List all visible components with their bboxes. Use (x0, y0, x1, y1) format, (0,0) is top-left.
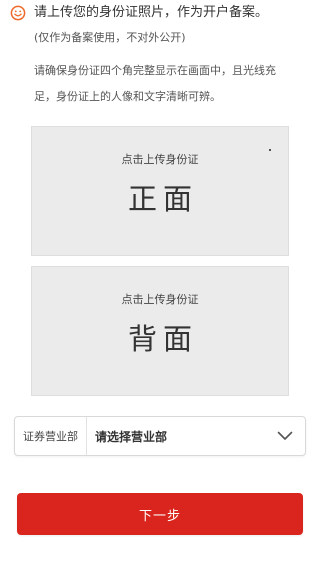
card-dot (269, 149, 271, 151)
notice-detail-line2: 足，身份证上的人像和文字清晰可辨。 (34, 90, 221, 103)
upload-back-side-label: 背面 (127, 322, 198, 356)
upload-id-back-card[interactable]: 点击上传身份证 背面 (31, 266, 289, 396)
upload-back-hint: 点击上传身份证 (121, 293, 199, 306)
branch-select-label: 证券营业部 (15, 417, 87, 455)
notice-detail-line1: 请确保身份证四个角完整显示在画面中，且光线充 (34, 64, 276, 77)
next-button[interactable]: 下一步 (17, 493, 303, 535)
notice-detail: 请确保身份证四个角完整显示在画面中，且光线充 足，身份证上的人像和文字清晰可辨。 (34, 58, 310, 110)
id-upload-page: 请上传您的身份证照片，作为开户备案。 (仅作为备案使用，不对外公开) 请确保身份… (0, 0, 320, 568)
notice-main-text: 请上传您的身份证照片，作为开户备案。 (34, 5, 269, 20)
branch-select[interactable]: 证券营业部 请选择营业部 (14, 416, 306, 456)
smile-icon (10, 5, 26, 21)
upload-front-hint: 点击上传身份证 (121, 153, 199, 166)
branch-select-value[interactable]: 请选择营业部 (87, 417, 265, 455)
notice-row: 请上传您的身份证照片，作为开户备案。 (10, 3, 310, 23)
chevron-down-icon[interactable] (265, 417, 305, 455)
notice-sub-text: (仅作为备案使用，不对外公开) (34, 31, 186, 44)
upload-front-side-label: 正面 (127, 182, 198, 216)
upload-id-front-card[interactable]: 点击上传身份证 正面 (31, 126, 289, 256)
